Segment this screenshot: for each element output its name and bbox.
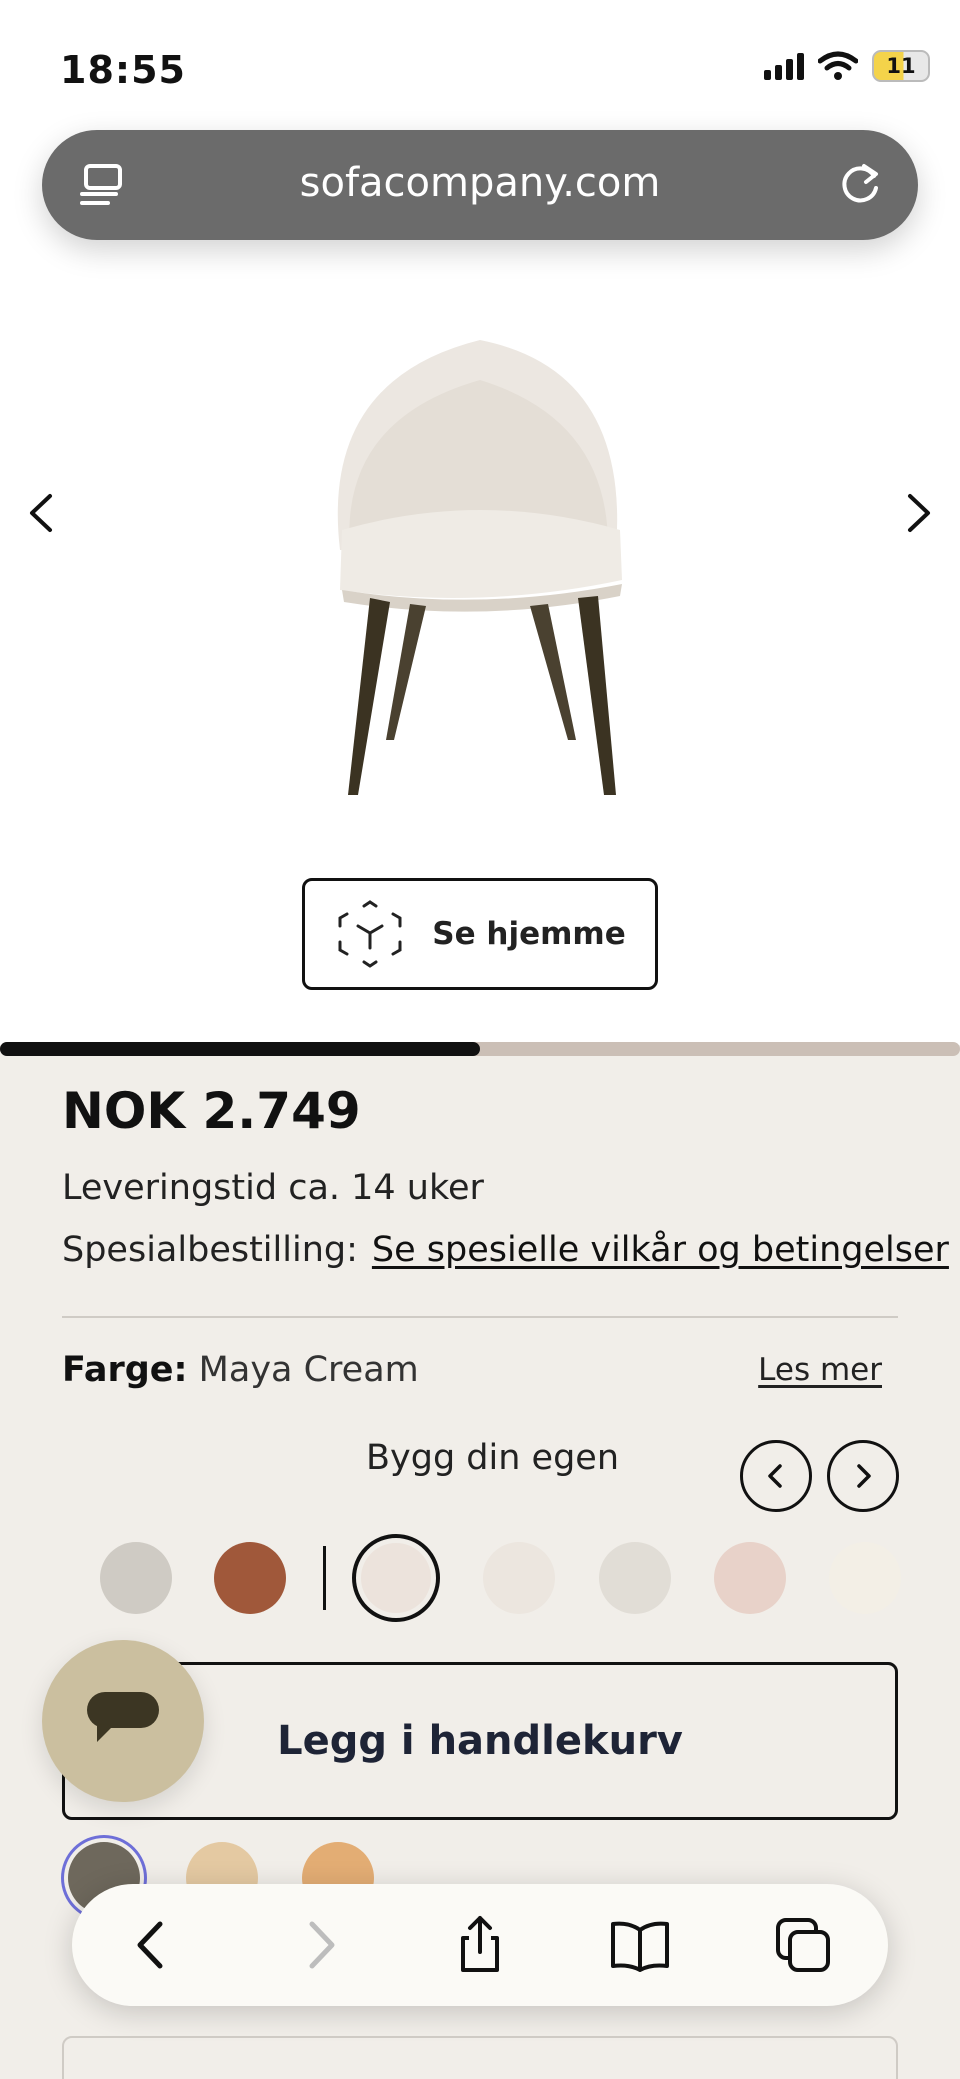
gallery-progress bbox=[0, 1042, 960, 1056]
view-at-home-label: Se hjemme bbox=[432, 916, 626, 952]
chevron-right-icon bbox=[857, 1464, 871, 1488]
color-swatch[interactable] bbox=[829, 1542, 901, 1614]
chat-button[interactable] bbox=[42, 1640, 204, 1802]
share-icon[interactable] bbox=[449, 1914, 511, 1976]
color-value: Maya Cream bbox=[198, 1350, 419, 1390]
product-price: NOK 2.749 bbox=[62, 1082, 361, 1140]
special-order-label: Spesialbestilling: bbox=[62, 1230, 358, 1270]
view-at-home-button[interactable]: Se hjemme bbox=[302, 878, 658, 990]
color-swatch[interactable] bbox=[714, 1542, 786, 1614]
back-icon[interactable] bbox=[122, 1914, 184, 1976]
chat-icon bbox=[87, 1692, 159, 1742]
chevron-right-icon[interactable] bbox=[892, 488, 942, 538]
add-to-cart-label: Legg i handlekurv bbox=[277, 1718, 683, 1764]
ar-cube-icon bbox=[338, 900, 402, 968]
chevron-left-icon[interactable] bbox=[18, 488, 68, 538]
status-icons: 11 bbox=[764, 50, 930, 82]
build-your-own-label: Bygg din egen bbox=[366, 1438, 619, 1478]
divider bbox=[62, 1316, 898, 1318]
battery-icon: 11 bbox=[872, 50, 930, 82]
forward-icon[interactable] bbox=[288, 1914, 350, 1976]
delivery-time: Leveringstid ca. 14 uker bbox=[62, 1168, 484, 1208]
gallery-progress-fill bbox=[0, 1042, 480, 1056]
color-swatch[interactable] bbox=[100, 1542, 172, 1614]
tabs-icon[interactable] bbox=[772, 1914, 834, 1976]
next-section-box bbox=[62, 2036, 898, 2079]
browser-toolbar bbox=[72, 1884, 888, 2006]
swatch-separator bbox=[323, 1546, 326, 1610]
read-more-link[interactable]: Les mer bbox=[758, 1352, 882, 1388]
terms-link[interactable]: Se spesielle vilkår og betingelser bbox=[372, 1230, 949, 1270]
color-swatches bbox=[0, 1532, 960, 1624]
product-image bbox=[337, 340, 622, 795]
signal-icon bbox=[764, 52, 804, 80]
swatch-prev-button[interactable] bbox=[740, 1440, 812, 1512]
chevron-left-icon bbox=[768, 1464, 782, 1488]
reload-icon[interactable] bbox=[834, 158, 886, 210]
battery-level: 11 bbox=[886, 54, 916, 78]
color-label: Farge: bbox=[62, 1350, 188, 1390]
special-order: Spesialbestilling: Se spesielle vilkår o… bbox=[62, 1230, 949, 1270]
color-swatch[interactable] bbox=[483, 1542, 555, 1614]
swatch-next-button[interactable] bbox=[827, 1440, 899, 1512]
status-time: 18:55 bbox=[60, 48, 186, 92]
color-swatch[interactable] bbox=[214, 1542, 286, 1614]
color-row: Farge: Maya Cream Les mer bbox=[62, 1350, 898, 1390]
url-text[interactable]: sofacompany.com bbox=[42, 160, 918, 206]
wifi-icon bbox=[818, 51, 858, 80]
bookmarks-icon[interactable] bbox=[609, 1914, 671, 1976]
product-image-area: 18:55 11 sofacompany.com Se hjemme bbox=[0, 0, 960, 1045]
url-bar[interactable]: sofacompany.com bbox=[42, 130, 918, 240]
color-swatch[interactable] bbox=[352, 1534, 440, 1622]
color-swatch[interactable] bbox=[599, 1542, 671, 1614]
